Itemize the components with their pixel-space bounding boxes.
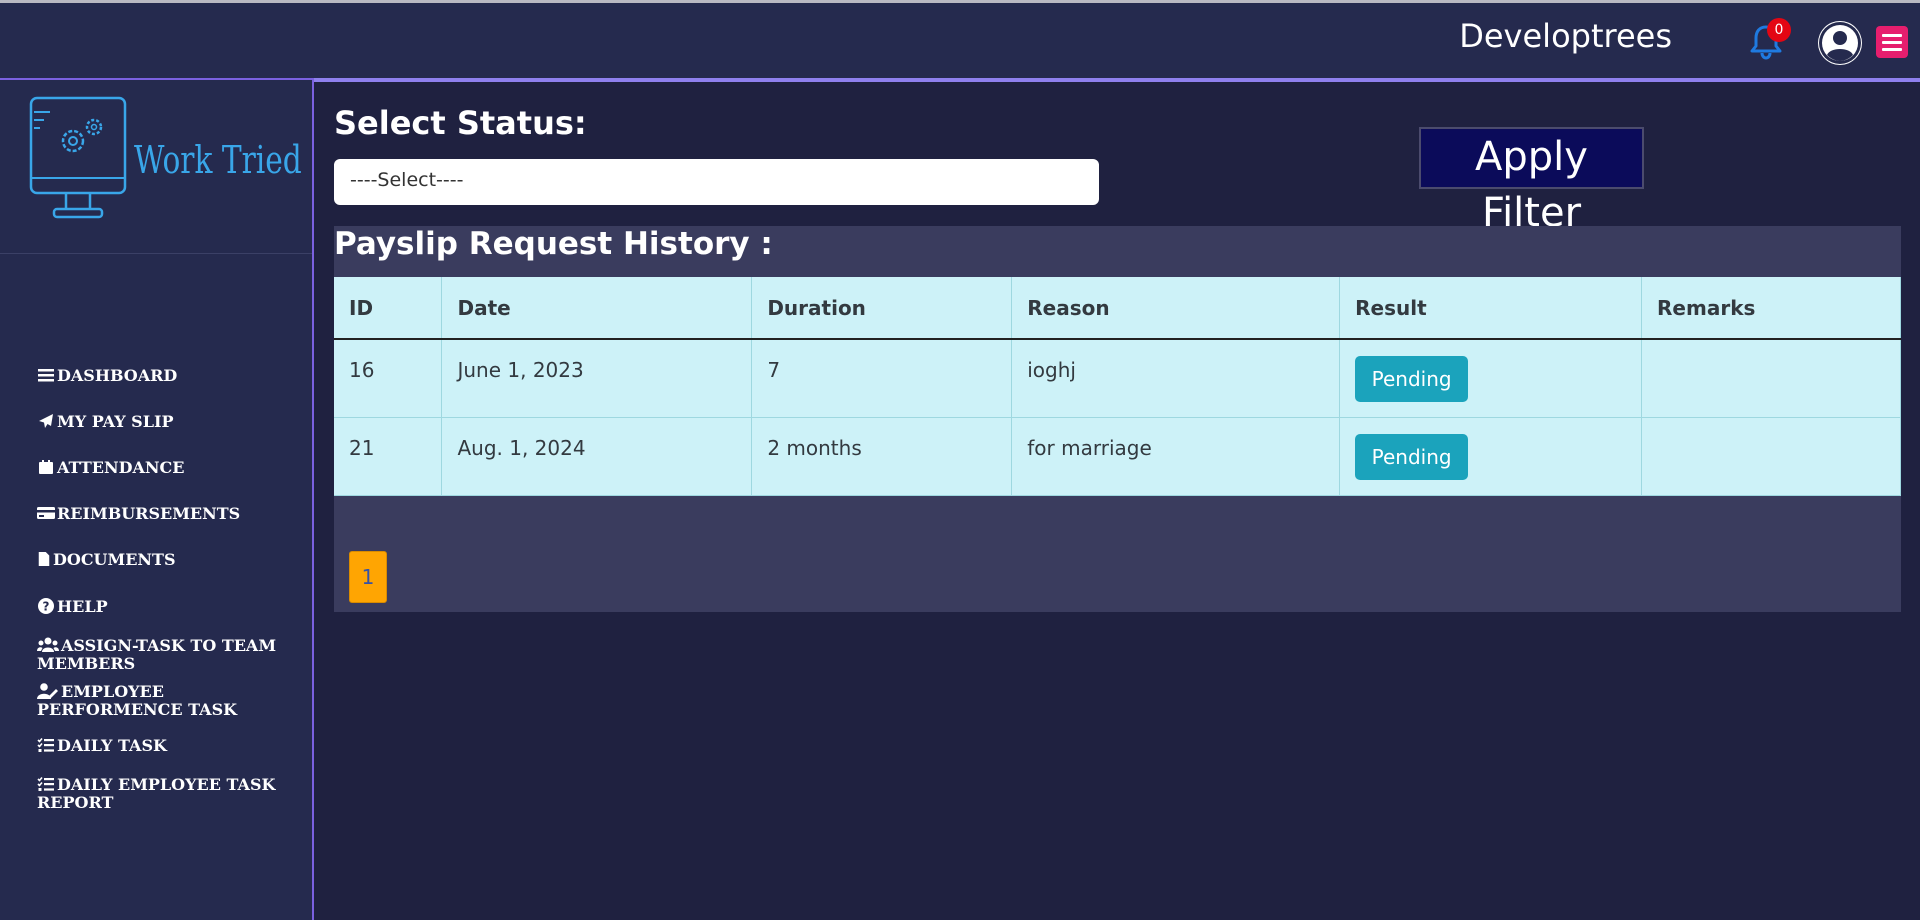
credit-card-icon (37, 507, 55, 519)
sidebar-divider (0, 253, 312, 254)
sidebar-item-label: REIMBURSEMENTS (57, 504, 241, 523)
cell-remarks (1641, 339, 1901, 418)
calendar-icon (39, 460, 53, 474)
sidebar-item-label: HELP (57, 597, 108, 616)
sidebar-item-my-pay-slip[interactable]: MY PAY SLIP (37, 413, 297, 431)
sidebar-item-documents[interactable]: DOCUMENTS (37, 551, 297, 569)
bars-icon (38, 369, 54, 382)
column-header-reason: Reason (1011, 277, 1341, 340)
sidebar-item-daily-employee-task-report[interactable]: DAILY EMPLOYEE TASK REPORT (37, 776, 297, 812)
user-avatar-icon[interactable] (1818, 21, 1862, 65)
history-title: Payslip Request History : (334, 226, 773, 262)
sidebar-item-label: DAILY TASK (57, 736, 167, 755)
cell-result: Pending (1339, 339, 1643, 418)
column-header-result: Result (1339, 277, 1643, 340)
sidebar-item-label: ASSIGN-TASK TO TEAM MEMBERS (37, 636, 277, 673)
status-filter-label: Select Status: (334, 104, 587, 142)
table-header-row: ID Date Duration Reason Result Remarks (334, 277, 1901, 340)
sidebar-item-label: DOCUMENTS (53, 550, 176, 569)
apply-filter-button[interactable]: Apply Filter (1419, 127, 1644, 236)
cell-duration: 7 (751, 339, 1013, 418)
cell-id: 16 (334, 339, 443, 418)
sidebar-item-label: MY PAY SLIP (57, 412, 174, 431)
paper-plane-icon (39, 414, 53, 428)
sidebar-item-reimbursements[interactable]: REIMBURSEMENTS (37, 505, 297, 523)
status-select[interactable]: ----Select---- (334, 159, 1099, 205)
question-circle-icon: ? (38, 598, 54, 614)
column-header-id: ID (334, 277, 443, 340)
column-header-remarks: Remarks (1641, 277, 1901, 340)
history-table: ID Date Duration Reason Result Remarks 1… (334, 277, 1901, 496)
cell-date: Aug. 1, 2024 (441, 417, 753, 496)
cell-reason: for marriage (1011, 417, 1341, 496)
sidebar-item-label: ATTENDANCE (57, 458, 185, 477)
pagination-page-1[interactable]: 1 (349, 551, 387, 603)
hamburger-menu-icon[interactable] (1876, 26, 1908, 58)
brand-name[interactable]: Developtrees (1459, 17, 1672, 55)
sidebar-item-label: EMPLOYEE PERFORMENCE TASK (37, 682, 238, 719)
table-row: 21 Aug. 1, 2024 2 months for marriage Pe… (334, 417, 1901, 496)
top-navbar: Developtrees 0 (0, 3, 1920, 78)
list-check-icon (37, 737, 54, 752)
monitor-gears-icon (29, 96, 127, 219)
notification-badge: 0 (1767, 18, 1791, 42)
cell-id: 21 (334, 417, 443, 496)
cell-remarks (1641, 417, 1901, 496)
content-top-border (314, 78, 1920, 82)
list-check-icon (37, 776, 54, 791)
svg-text:?: ? (43, 600, 50, 614)
file-icon (38, 552, 50, 566)
sidebar-item-employee-performence[interactable]: EMPLOYEE PERFORMENCE TASK (37, 683, 297, 719)
column-header-duration: Duration (751, 277, 1013, 340)
cell-result: Pending (1339, 417, 1643, 496)
cell-date: June 1, 2023 (441, 339, 753, 418)
status-badge[interactable]: Pending (1355, 433, 1469, 480)
logo-text: Work Tried (134, 138, 302, 182)
sidebar-item-label: DASHBOARD (57, 366, 178, 385)
sidebar-item-attendance[interactable]: ATTENDANCE (37, 459, 297, 477)
users-icon (37, 637, 59, 652)
cell-reason: ioghj (1011, 339, 1341, 418)
sidebar: Work Tried DASHBOARD MY PAY SLIP ATTENDA… (0, 78, 314, 920)
sidebar-item-dashboard[interactable]: DASHBOARD (37, 367, 297, 385)
cell-duration: 2 months (751, 417, 1013, 496)
sidebar-item-help[interactable]: ? HELP (37, 598, 297, 616)
user-edit-icon (37, 683, 58, 699)
sidebar-item-label: DAILY EMPLOYEE TASK REPORT (37, 775, 276, 812)
table-row: 16 June 1, 2023 7 ioghj Pending (334, 339, 1901, 418)
status-badge[interactable]: Pending (1355, 356, 1469, 402)
column-header-date: Date (441, 277, 753, 340)
logo[interactable]: Work Tried (28, 96, 302, 226)
sidebar-item-assign-task[interactable]: ASSIGN-TASK TO TEAM MEMBERS (37, 637, 297, 673)
payslip-history-panel: Payslip Request History : ID Date Durati… (334, 226, 1901, 612)
sidebar-item-daily-task[interactable]: DAILY TASK (37, 737, 297, 755)
